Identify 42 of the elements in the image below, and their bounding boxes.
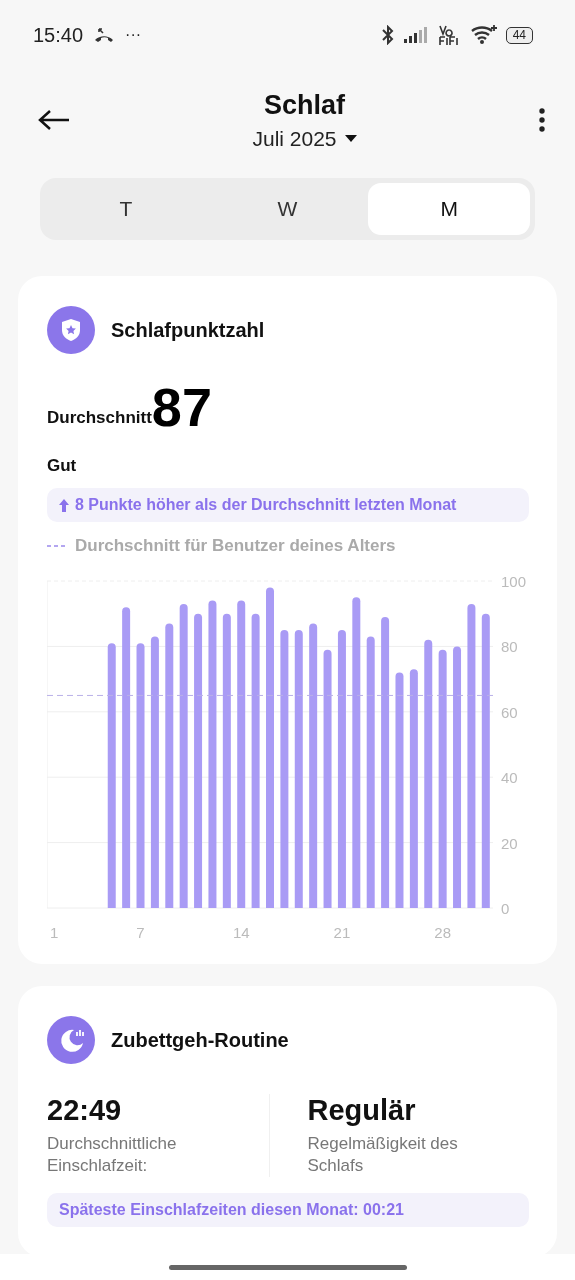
period-tab[interactable]: T xyxy=(45,183,207,235)
x-axis-label: 14 xyxy=(232,924,250,941)
card-title: Zubettgeh-Routine xyxy=(111,1028,289,1052)
stat-label: Regelmäßigkeit des Schlafs xyxy=(307,1133,459,1177)
up-arrow-icon xyxy=(59,498,69,512)
legend-label: Durchschnitt für Benutzer deines Alters xyxy=(75,536,396,556)
battery-indicator: 44 xyxy=(505,26,533,44)
caret-icon xyxy=(344,134,357,143)
y-axis-label: 0 xyxy=(501,900,510,917)
average-label: Durchschnitt xyxy=(47,408,152,428)
month-dropdown[interactable]: Juli 2025 xyxy=(252,126,357,151)
y-axis-label: 60 xyxy=(501,703,518,721)
dashed-line-legend-icon xyxy=(47,545,67,547)
period-tab[interactable]: W xyxy=(206,183,369,235)
score-rating: Gut xyxy=(47,456,78,476)
x-axis-label: 1 xyxy=(50,924,59,941)
back-arrow-icon[interactable] xyxy=(38,109,70,131)
comparison-text: 8 Punkte höher als der Durchschnitt letzten Monat xyxy=(75,496,457,514)
more-notifications: ··· xyxy=(125,26,142,44)
stat-value: Regulär xyxy=(307,1094,417,1127)
clock-time: 15:40 xyxy=(33,23,84,47)
more-menu-icon[interactable] xyxy=(539,108,545,132)
x-axis-label: 28 xyxy=(434,924,451,941)
latest-bedtime-note: Späteste Einschlafzeiten diesen Monat: 00:21 xyxy=(47,1193,529,1227)
bluetooth-icon xyxy=(379,25,396,45)
stat-label: Durchschnittliche Einschlafzeit: xyxy=(47,1133,178,1177)
average-score: 87 xyxy=(151,380,212,434)
y-axis-label: 80 xyxy=(501,638,518,656)
missed-call-icon xyxy=(93,27,116,43)
y-axis-label: 100 xyxy=(501,573,527,590)
period-tab[interactable]: M xyxy=(368,183,530,235)
stat-value: 22:49 xyxy=(47,1094,123,1127)
card-title: Schlafpunktzahl xyxy=(111,318,265,342)
home-indicator[interactable] xyxy=(168,1264,407,1270)
moon-icon xyxy=(47,1016,95,1064)
page-title: Schlaf xyxy=(264,89,345,121)
x-axis-label: 21 xyxy=(333,924,351,941)
y-axis-label: 20 xyxy=(501,834,518,852)
x-axis-label: 7 xyxy=(136,924,145,941)
signal-icon xyxy=(403,27,430,43)
y-axis-label: 40 xyxy=(501,769,518,787)
wifi-icon xyxy=(469,24,498,46)
